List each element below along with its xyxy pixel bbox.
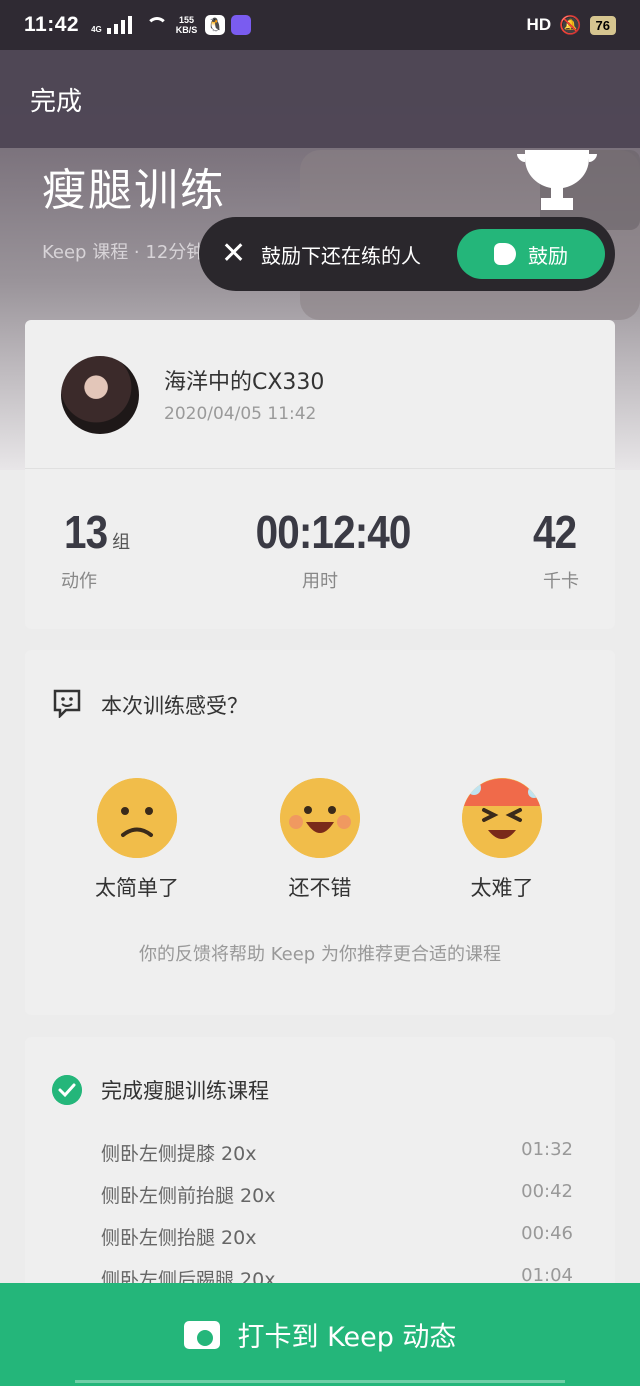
stat-unit: 组 bbox=[112, 532, 131, 553]
feedback-option-easy[interactable]: 太简单了 bbox=[67, 872, 207, 902]
list-item: 侧卧左侧抬腿 20x 00:46 bbox=[101, 1223, 573, 1250]
divider bbox=[25, 468, 615, 469]
mute-bell-icon: 🔕 bbox=[559, 14, 582, 35]
course-card: 完成瘦腿训练课程 侧卧左侧提膝 20x 01:32 侧卧左侧前抬腿 20x 00… bbox=[25, 1037, 615, 1297]
checkin-button-label: 打卡到 Keep 动态 bbox=[237, 1322, 457, 1353]
checkin-button[interactable]: 打卡到 Keep 动态 bbox=[0, 1283, 640, 1386]
feedback-card: 本次训练感受？ 太简单了 还不错 太难了 你的反馈将帮助 Keep 为你推荐更合… bbox=[25, 650, 615, 1015]
exercise-time: 00:42 bbox=[521, 1181, 573, 1202]
workout-datetime: 2020/04/05 11:42 bbox=[164, 404, 317, 424]
avatar[interactable] bbox=[61, 356, 139, 434]
toast-message: 鼓励下还在练的人 bbox=[261, 243, 421, 268]
happy-face-icon[interactable] bbox=[280, 778, 360, 858]
trophy-icon bbox=[517, 150, 597, 210]
stat-duration: 00:12:40 用时 bbox=[245, 505, 412, 593]
summary-card: 海洋中的CX330 2020/04/05 11:42 13 组 动作 00:12:… bbox=[25, 320, 615, 629]
stat-value: 42 bbox=[532, 506, 577, 558]
list-item: 侧卧左侧前抬腿 20x 00:42 bbox=[101, 1181, 573, 1208]
check-icon bbox=[52, 1075, 82, 1105]
app-notification-icon bbox=[231, 15, 252, 35]
speed-unit: KB/S bbox=[175, 25, 198, 35]
list-item: 侧卧左侧提膝 20x 01:32 bbox=[101, 1139, 573, 1166]
wifi-icon bbox=[145, 17, 168, 33]
stat-label: 动作 bbox=[61, 571, 97, 592]
stat-value: 13 bbox=[63, 506, 108, 558]
feedback-option-ok[interactable]: 还不错 bbox=[250, 872, 390, 902]
feedback-option-hard[interactable]: 太难了 bbox=[432, 872, 572, 902]
encourage-button-label: 鼓励 bbox=[528, 243, 568, 268]
hd-indicator: HD bbox=[526, 15, 552, 34]
exercise-name: 侧卧左侧提膝 20x bbox=[101, 1143, 257, 1165]
camera-icon bbox=[183, 1320, 220, 1349]
cheer-icon bbox=[494, 243, 516, 265]
page-title: 瘦腿训练 bbox=[42, 165, 226, 216]
feedback-hint: 你的反馈将帮助 Keep 为你推荐更合适的课程 bbox=[139, 944, 501, 965]
feedback-question: 本次训练感受？ bbox=[101, 694, 248, 718]
exercise-time: 01:32 bbox=[521, 1139, 573, 1160]
speed-value: 155 bbox=[178, 15, 194, 25]
exhausted-face-icon[interactable] bbox=[462, 778, 542, 858]
signal-icon: 4G bbox=[91, 16, 132, 34]
exercise-name: 侧卧左侧抬腿 20x bbox=[101, 1227, 257, 1249]
feedback-chat-icon bbox=[53, 689, 81, 718]
home-indicator bbox=[75, 1380, 565, 1383]
close-icon[interactable]: ✕ bbox=[221, 239, 246, 269]
top-navbar: 完成 bbox=[0, 50, 640, 148]
stat-calories: 42 千卡 bbox=[530, 505, 579, 593]
sad-face-icon[interactable] bbox=[97, 778, 177, 858]
qq-icon: 🐧 bbox=[205, 15, 226, 35]
network-type: 4G bbox=[91, 25, 102, 34]
encourage-button[interactable]: 鼓励 bbox=[457, 229, 605, 279]
stat-label: 用时 bbox=[302, 571, 338, 592]
user-name: 海洋中的CX330 bbox=[164, 370, 325, 395]
exercise-name: 侧卧左侧前抬腿 20x bbox=[101, 1185, 276, 1207]
exercise-time: 00:46 bbox=[521, 1223, 573, 1244]
network-speed: 155 KB/S bbox=[176, 15, 198, 35]
course-title: 完成瘦腿训练课程 bbox=[101, 1079, 269, 1103]
stat-actions: 13 组 动作 bbox=[61, 505, 130, 593]
stat-label: 千卡 bbox=[543, 571, 579, 592]
done-button[interactable]: 完成 bbox=[30, 81, 82, 118]
encourage-toast: ✕ 鼓励下还在练的人 鼓励 bbox=[199, 217, 615, 291]
status-time: 11:42 bbox=[24, 13, 80, 36]
status-bar: 11:42 4G 155 KB/S 🐧 HD 🔕 76 bbox=[0, 0, 640, 50]
battery-icon: 76 bbox=[589, 15, 616, 35]
stat-value: 00:12:40 bbox=[255, 506, 412, 558]
